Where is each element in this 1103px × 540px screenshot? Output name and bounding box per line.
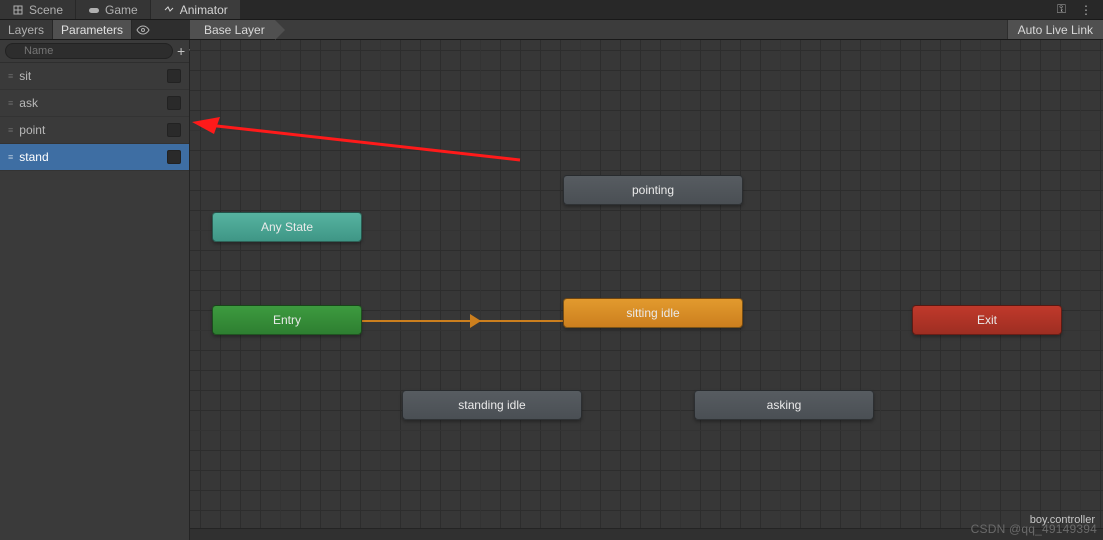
- parameters-panel: + ▾ ≡ sit ≡ ask ≡ point ≡ stand: [0, 40, 190, 540]
- node-label: asking: [767, 398, 802, 412]
- tab-label: Scene: [29, 3, 63, 17]
- tab-parameters[interactable]: Parameters: [53, 20, 132, 39]
- tab-layers[interactable]: Layers: [0, 20, 53, 39]
- lock-icon[interactable]: ⚿: [1054, 2, 1069, 17]
- node-label: Any State: [261, 220, 313, 234]
- node-label: Entry: [273, 313, 301, 327]
- tab-label: Game: [105, 3, 138, 17]
- drag-handle-icon[interactable]: ≡: [8, 125, 11, 135]
- parameter-checkbox[interactable]: [167, 123, 181, 137]
- tab-label: Animator: [180, 3, 228, 17]
- breadcrumb-bar: Base Layer Auto Live Link: [190, 20, 1103, 39]
- kebab-icon[interactable]: ⋮: [1077, 3, 1095, 17]
- breadcrumb-item[interactable]: Base Layer: [190, 20, 275, 39]
- parameter-name: point: [19, 123, 159, 137]
- parameter-row[interactable]: ≡ ask: [0, 90, 189, 117]
- parameter-checkbox[interactable]: [167, 96, 181, 110]
- breadcrumb-label: Base Layer: [204, 23, 265, 37]
- tab-scene[interactable]: Scene: [0, 0, 76, 19]
- node-state-asking[interactable]: asking: [694, 390, 874, 420]
- drag-handle-icon[interactable]: ≡: [8, 152, 11, 162]
- node-state-standing-idle[interactable]: standing idle: [402, 390, 582, 420]
- parameter-row[interactable]: ≡ stand: [0, 144, 189, 171]
- parameter-name: sit: [19, 69, 159, 83]
- animator-icon: [163, 4, 175, 16]
- parameter-checkbox[interactable]: [167, 69, 181, 83]
- add-parameter-button[interactable]: +: [177, 43, 185, 59]
- node-state-pointing[interactable]: pointing: [563, 175, 743, 205]
- visibility-toggle-icon[interactable]: [132, 20, 154, 39]
- parameter-checkbox[interactable]: [167, 150, 181, 164]
- node-exit[interactable]: Exit: [912, 305, 1062, 335]
- parameter-list: ≡ sit ≡ ask ≡ point ≡ stand: [0, 63, 189, 540]
- node-entry[interactable]: Entry: [212, 305, 362, 335]
- node-label: Exit: [977, 313, 997, 327]
- tab-game[interactable]: Game: [76, 0, 151, 19]
- node-label: standing idle: [458, 398, 525, 412]
- gamepad-icon: [88, 4, 100, 16]
- animator-canvas[interactable]: Any State Entry pointing sitting idle st…: [190, 40, 1103, 540]
- node-state-sitting-idle[interactable]: sitting idle: [563, 298, 743, 328]
- canvas-grid: [190, 40, 1103, 540]
- param-search-row: + ▾: [0, 40, 189, 63]
- watermark-text: CSDN @qq_49149394: [971, 522, 1097, 536]
- animator-toolbar: Layers Parameters Base Layer Auto Live L…: [0, 20, 1103, 40]
- grid-icon: [12, 4, 24, 16]
- node-label: sitting idle: [626, 306, 679, 320]
- horizontal-scrollbar[interactable]: [190, 528, 1103, 540]
- search-input[interactable]: [5, 43, 173, 59]
- node-label: pointing: [632, 183, 674, 197]
- transition-line[interactable]: [362, 320, 572, 322]
- node-any-state[interactable]: Any State: [212, 212, 362, 242]
- tab-animator[interactable]: Animator: [151, 0, 241, 19]
- drag-handle-icon[interactable]: ≡: [8, 98, 11, 108]
- parameter-name: ask: [19, 96, 159, 110]
- window-tab-bar: Scene Game Animator ⚿ ⋮: [0, 0, 1103, 20]
- parameter-name: stand: [19, 150, 159, 164]
- drag-handle-icon[interactable]: ≡: [8, 71, 11, 81]
- sidebar-tabs: Layers Parameters: [0, 20, 190, 39]
- parameter-row[interactable]: ≡ sit: [0, 63, 189, 90]
- parameter-row[interactable]: ≡ point: [0, 117, 189, 144]
- transition-arrowhead-icon: [470, 314, 481, 328]
- auto-live-link-button[interactable]: Auto Live Link: [1007, 20, 1103, 39]
- window-controls: ⚿ ⋮: [1054, 0, 1103, 19]
- main-body: + ▾ ≡ sit ≡ ask ≡ point ≡ stand: [0, 40, 1103, 540]
